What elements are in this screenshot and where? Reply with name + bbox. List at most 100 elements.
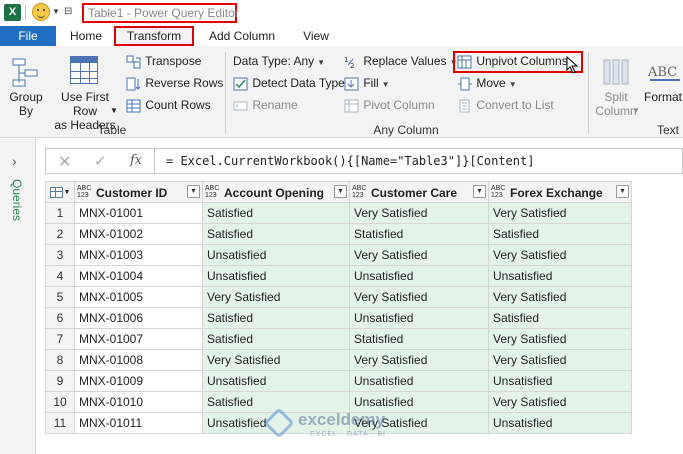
table-cell[interactable]: Statisfied: [349, 328, 489, 350]
table-cell[interactable]: MNX-01005: [74, 286, 203, 308]
any-column-group-label: Any Column: [373, 123, 439, 137]
convert-to-list-label: Convert to List: [476, 98, 554, 112]
queries-label: Queries: [10, 179, 24, 222]
table-cell[interactable]: MNX-01007: [74, 328, 203, 350]
move-button[interactable]: Move ▼: [457, 76, 517, 91]
expand-queries-chevron-icon[interactable]: ›: [12, 153, 17, 169]
column-header-customer-care[interactable]: ABC 123 Customer Care ▼: [349, 181, 489, 203]
data-type-label: Data Type: Any: [233, 54, 315, 68]
cancel-formula-icon[interactable]: ✕: [58, 152, 71, 172]
formula-input[interactable]: = Excel.CurrentWorkbook(){[Name="Table3"…: [166, 154, 534, 168]
table-cell[interactable]: Very Satisfied: [488, 328, 632, 350]
table-cell[interactable]: Unsatisfied: [349, 265, 489, 287]
count-rows-icon: [126, 99, 141, 113]
table-cell[interactable]: Satisfied: [488, 307, 632, 329]
replace-values-button[interactable]: 12 Replace Values ▼: [344, 54, 457, 70]
table-cell[interactable]: MNX-01009: [74, 370, 203, 392]
table-cell[interactable]: MNX-01004: [74, 265, 203, 287]
table-row: 9 MNX-01009 Unsatisfied Unsatisfied Unsatisf…: [45, 370, 632, 392]
table-cell[interactable]: Very Satisfied: [488, 391, 632, 413]
table-cell[interactable]: Very Satisfied: [202, 349, 350, 371]
confirm-formula-icon[interactable]: ✓: [94, 152, 107, 170]
filter-dropdown-icon[interactable]: ▼: [616, 185, 629, 198]
reverse-rows-button[interactable]: Reverse Rows: [126, 76, 223, 91]
group-by-button[interactable]: Group By: [6, 56, 46, 120]
table-row: 2 MNX-01002 Satisfied Statisfied Satisfied: [45, 223, 632, 245]
watermark: exceldemy EXCEL · DATA · BI: [263, 407, 428, 444]
smiley-feedback-icon[interactable]: [32, 3, 50, 21]
table-cell[interactable]: Very Satisfied: [488, 202, 632, 224]
table-cell[interactable]: Satisfied: [202, 202, 350, 224]
column-header-account-opening[interactable]: ABC 123 Account Opening ▼: [202, 181, 350, 203]
table-cell[interactable]: Satisfied: [488, 223, 632, 245]
table-cell[interactable]: Unsatisfied: [202, 370, 350, 392]
any-type-icon[interactable]: ABC 123: [352, 185, 368, 199]
table-cell[interactable]: Unsatisfied: [488, 412, 632, 434]
detect-data-type-button[interactable]: Detect Data Type: [233, 76, 345, 91]
table-cell[interactable]: Unsatisfied: [202, 244, 350, 266]
chevron-down-icon[interactable]: ▼: [52, 7, 60, 16]
table-cell[interactable]: Unsatisfied: [202, 265, 350, 287]
count-rows-button[interactable]: Count Rows: [126, 98, 211, 113]
tab-file[interactable]: File: [0, 26, 56, 46]
use-first-row-as-headers-button[interactable]: Use First Row as Headers ▼: [48, 56, 122, 132]
convert-to-list-button[interactable]: Convert to List: [457, 98, 554, 113]
pivot-column-icon: [344, 99, 359, 113]
rename-button[interactable]: Rename: [233, 98, 298, 113]
column-header-customer-id[interactable]: ABC 123 Customer ID ▼: [74, 181, 203, 203]
column-header-forex-exchange[interactable]: ABC 123 Forex Exchange ▼: [488, 181, 632, 203]
any-type-icon[interactable]: ABC 123: [491, 185, 507, 199]
table-cell[interactable]: Unsatisfied: [349, 307, 489, 329]
filter-dropdown-icon[interactable]: ▼: [334, 185, 347, 198]
title-bar: X ▼ ⊟ Table1 - Power Query Editor: [0, 0, 683, 26]
table-cell[interactable]: MNX-01010: [74, 391, 203, 413]
tab-transform[interactable]: Transform: [114, 26, 194, 46]
count-rows-label: Count Rows: [145, 98, 211, 112]
queries-pane[interactable]: › Queries: [0, 139, 36, 454]
filter-dropdown-icon[interactable]: ▼: [473, 185, 486, 198]
watermark-name: exceldemy: [298, 410, 385, 429]
table-cell[interactable]: Unsatisfied: [488, 265, 632, 287]
table-row: 3 MNX-01003 Unsatisfied Very Satisfied Very …: [45, 244, 632, 266]
pivot-column-button[interactable]: Pivot Column: [344, 98, 435, 113]
chevron-down-icon: ▼: [381, 80, 390, 89]
tab-view[interactable]: View: [290, 26, 342, 46]
table-cell[interactable]: Unsatisfied: [349, 370, 489, 392]
transpose-label: Transpose: [145, 54, 202, 68]
table-cell[interactable]: MNX-01002: [74, 223, 203, 245]
table-cell[interactable]: MNX-01011: [74, 412, 203, 434]
fx-icon[interactable]: fx: [130, 153, 142, 168]
column-header-label: Customer Care: [371, 185, 458, 200]
split-column-button[interactable]: Split Column ▼: [592, 56, 640, 120]
tab-add-column[interactable]: Add Column: [200, 26, 284, 46]
quick-access-customize-icon[interactable]: ⊟: [64, 6, 72, 17]
table-cell[interactable]: MNX-01001: [74, 202, 203, 224]
table-cell[interactable]: Statisfied: [349, 223, 489, 245]
any-type-icon[interactable]: ABC 123: [77, 185, 93, 199]
any-type-icon[interactable]: ABC 123: [205, 185, 221, 199]
header-row: ▼ ABC 123 Customer ID ▼ ABC 123 Account Op…: [45, 181, 632, 203]
table-cell[interactable]: Very Satisfied: [202, 286, 350, 308]
table-cell[interactable]: MNX-01008: [74, 349, 203, 371]
format-button[interactable]: ABC Format: [642, 56, 683, 120]
table-cell[interactable]: Very Satisfied: [349, 244, 489, 266]
fill-button[interactable]: Fill ▼: [344, 76, 390, 91]
table-cell[interactable]: MNX-01006: [74, 307, 203, 329]
table-cell[interactable]: Very Satisfied: [488, 244, 632, 266]
tab-home[interactable]: Home: [58, 26, 114, 46]
table-cell[interactable]: Satisfied: [202, 328, 350, 350]
table-cell[interactable]: Satisfied: [202, 223, 350, 245]
table-cell[interactable]: MNX-01003: [74, 244, 203, 266]
table-cell[interactable]: Very Satisfied: [349, 349, 489, 371]
table-cell[interactable]: Unsatisfied: [488, 370, 632, 392]
table-corner-menu[interactable]: ▼: [45, 181, 75, 203]
filter-dropdown-icon[interactable]: ▼: [187, 185, 200, 198]
table-cell[interactable]: Satisfied: [202, 307, 350, 329]
table-cell[interactable]: Very Satisfied: [488, 349, 632, 371]
data-type-dropdown[interactable]: Data Type: Any ▼: [233, 54, 325, 68]
transpose-button[interactable]: Transpose: [126, 54, 201, 69]
table-cell[interactable]: Very Satisfied: [349, 286, 489, 308]
table-cell[interactable]: Very Satisfied: [349, 202, 489, 224]
table-cell[interactable]: Very Satisfied: [488, 286, 632, 308]
unpivot-columns-button[interactable]: Unpivot Columns: [457, 54, 568, 69]
